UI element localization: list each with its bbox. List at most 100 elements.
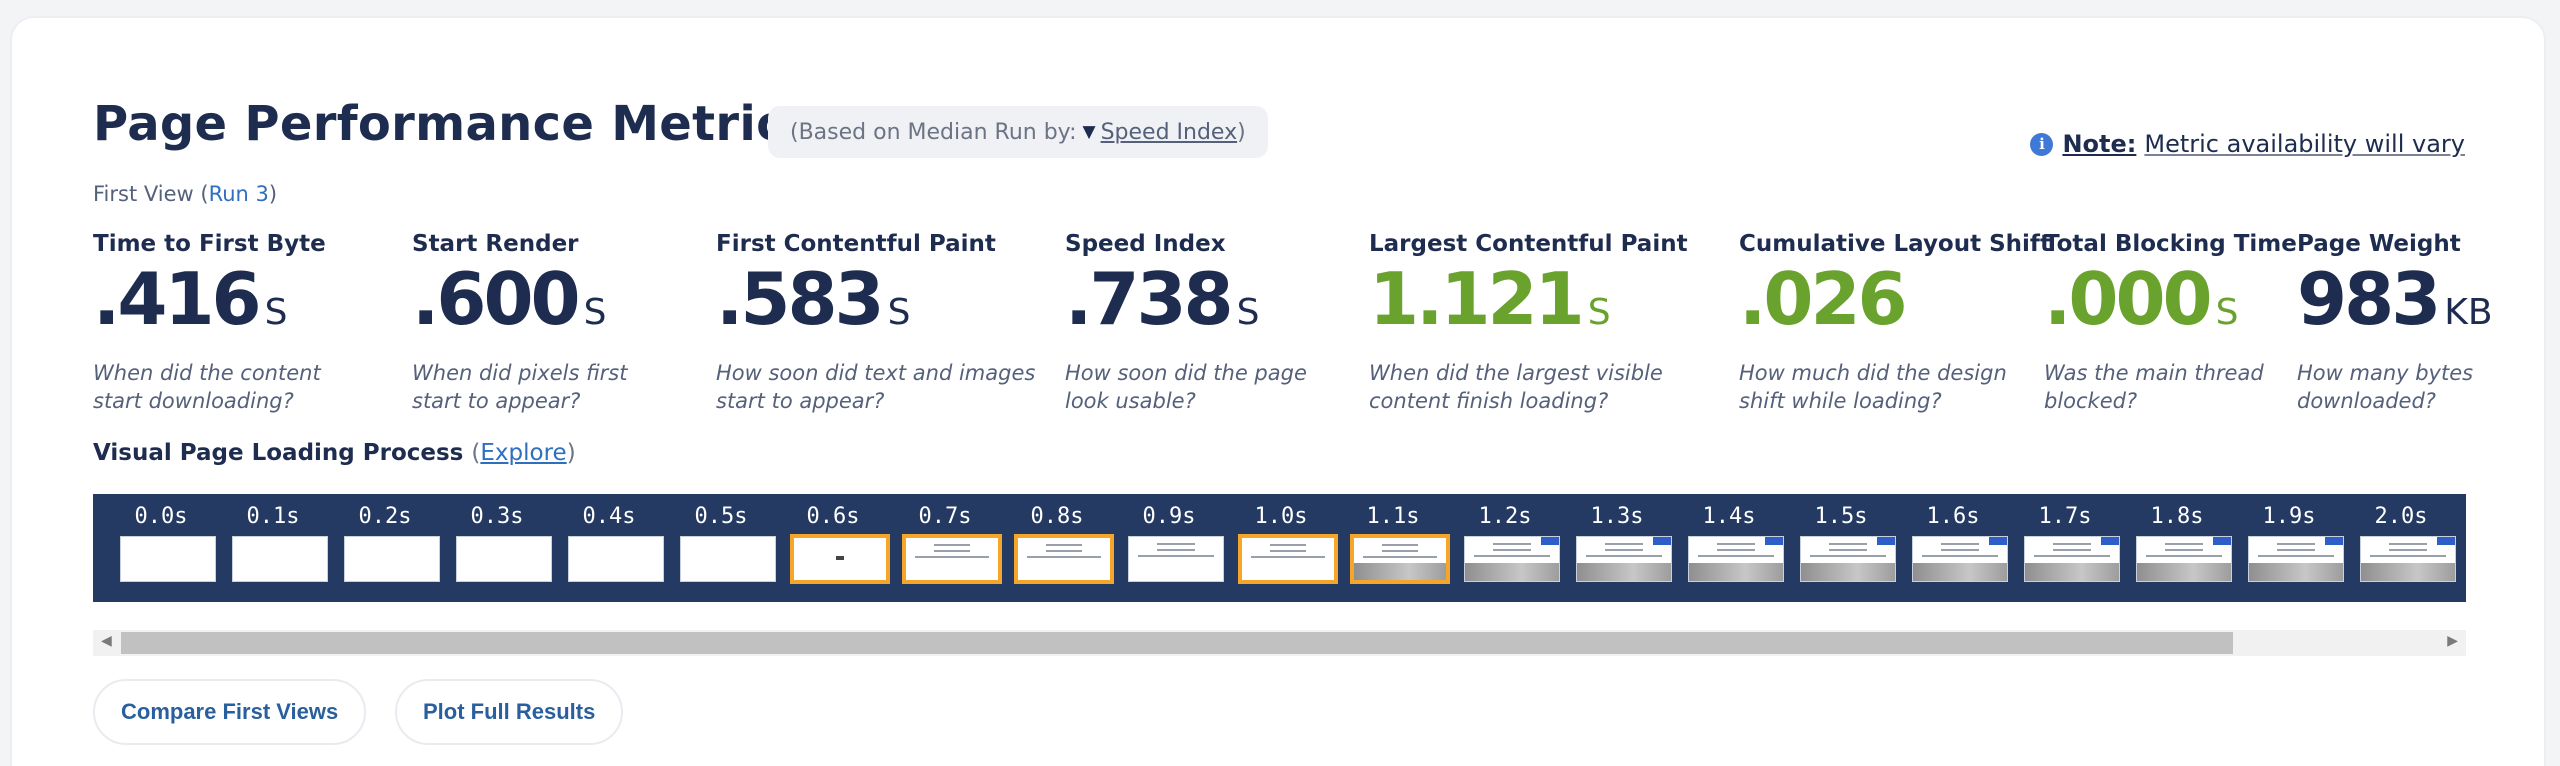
metric-page-weight: Page Weight 983 KB How many bytes downloa… [2297,231,2493,415]
metric-desc: Was the main thread blocked? [2044,361,2264,413]
frame-time: 0.6s [806,504,860,529]
frame-time: 0.8s [1030,504,1084,529]
metric-value: .026 [1739,257,1908,341]
metric-lcp: Largest Contentful Paint 1.121 S When did… [1369,231,1688,415]
frame-time: 1.8s [2150,504,2204,529]
frame-thumbnail[interactable] [1576,536,1672,582]
filmstrip-frame[interactable]: 1.1s [1337,494,1450,602]
metric-unit: S [2215,292,2239,333]
metric-speed-index: Speed Index .738 S How soon did the page … [1065,231,1315,415]
metric-tbt: Total Blocking Time .000 S Was the main t… [2044,231,2297,415]
median-run-badge: (Based on Median Run by: ▼ Speed Index ) [768,106,1268,158]
frame-time: 1.7s [2038,504,2092,529]
frame-time: 1.5s [1814,504,1868,529]
frame-thumbnail[interactable] [120,536,216,582]
metric-label: Speed Index [1065,231,1226,257]
frame-thumbnail[interactable] [1464,536,1560,582]
filmstrip-frame[interactable]: 0.5s [665,494,777,602]
metric-unit: S [583,292,607,333]
compare-first-views-button[interactable]: Compare First Views [93,679,367,745]
dropdown-arrow-icon[interactable]: ▼ [1083,122,1096,142]
filmstrip-frame[interactable]: 0.0s [105,494,217,602]
filmstrip-scrollbar[interactable]: ◀ ▶ [93,630,2466,656]
metric-cls: Cumulative Layout Shift .026 How much di… [1739,231,2051,415]
frame-thumbnail[interactable] [2136,536,2232,582]
explore-link[interactable]: Explore [480,440,566,466]
filmstrip-frame[interactable]: 0.9s [1113,494,1225,602]
median-run-suffix: ) [1237,119,1246,145]
frame-thumbnail[interactable] [1128,536,1224,582]
frame-thumbnail[interactable] [2360,536,2456,582]
frame-thumbnail[interactable] [2248,536,2344,582]
metric-label: First Contentful Paint [716,231,996,257]
metric-value: .583 S [716,257,911,341]
frame-thumbnail[interactable] [790,534,890,584]
median-metric-select[interactable]: Speed Index [1101,120,1238,145]
note-text[interactable]: Metric availability will vary [2144,130,2465,158]
metric-value: .600 S [412,257,607,341]
metric-unit: S [1236,292,1260,333]
frame-time: 1.3s [1590,504,1644,529]
frame-time: 1.9s [2262,504,2316,529]
median-run-prefix: (Based on Median Run by: [790,119,1077,145]
plot-full-results-button[interactable]: Plot Full Results [395,679,624,745]
visual-loading-heading: Visual Page Loading Process (Explore) [93,440,576,466]
filmstrip-frame[interactable]: 1.5s [1785,494,1897,602]
frame-time: 1.0s [1254,504,1308,529]
metric-desc: When did pixels first start to appear? [412,361,628,413]
filmstrip-frame[interactable]: 0.3s [441,494,553,602]
metric-note[interactable]: i Note: Metric availability will vary [2030,130,2465,158]
frame-thumbnail[interactable] [344,536,440,582]
metric-value: .000 S [2044,257,2239,341]
frame-time: 0.2s [358,504,412,529]
frame-thumbnail[interactable] [456,536,552,582]
filmstrip-frame[interactable]: 1.8s [2121,494,2233,602]
scroll-right-arrow-icon[interactable]: ▶ [2447,633,2458,649]
filmstrip-frame[interactable]: 1.7s [2009,494,2121,602]
metric-desc: How soon did the page look usable? [1065,361,1307,413]
filmstrip-frame[interactable]: 0.4s [553,494,665,602]
frame-time: 0.1s [246,504,300,529]
frame-thumbnail[interactable] [1014,534,1114,584]
metric-desc: How soon did text and images start to ap… [716,361,1036,413]
frame-thumbnail[interactable] [902,534,1002,584]
frame-thumbnail[interactable] [568,536,664,582]
filmstrip-frame[interactable]: 1.0s [1225,494,1338,602]
metric-ttfb: Time to First Byte .416 S When did the co… [93,231,373,415]
metric-value: 983 KB [2297,257,2493,341]
filmstrip-frame[interactable]: 1.9s [2233,494,2345,602]
frame-thumbnail[interactable] [1800,536,1896,582]
filmstrip-frame[interactable]: 1.6s [1897,494,2009,602]
filmstrip-frame[interactable]: 0.7s [889,494,1002,602]
frame-time: 1.2s [1478,504,1532,529]
frame-thumbnail[interactable] [1688,536,1784,582]
filmstrip-frame[interactable]: 2.0s [2345,494,2457,602]
filmstrip[interactable]: 0.0s 0.1s 0.2s 0.3s 0.4s 0.5s 0.6s 0.7s 0.8s 0.9s… [93,494,2466,602]
frame-thumbnail[interactable] [680,536,776,582]
scrollbar-thumb[interactable] [121,632,2233,654]
frame-thumbnail[interactable] [232,536,328,582]
metric-value: .416 S [93,257,288,341]
filmstrip-frame[interactable]: 0.6s [777,494,890,602]
frame-time: 1.6s [1926,504,1980,529]
filmstrip-frame[interactable]: 1.3s [1561,494,1673,602]
filmstrip-frame[interactable]: 1.2s [1449,494,1561,602]
frame-thumbnail[interactable] [2024,536,2120,582]
frame-thumbnail[interactable] [1912,536,2008,582]
run-link[interactable]: Run 3 [209,182,269,206]
filmstrip-frame[interactable]: 0.8s [1001,494,1114,602]
scroll-left-arrow-icon[interactable]: ◀ [101,633,112,649]
metric-value: .738 S [1065,257,1260,341]
frame-thumbnail[interactable] [1238,534,1338,584]
filmstrip-frame[interactable]: 0.2s [329,494,441,602]
metric-label: Total Blocking Time [2044,231,2297,257]
note-label: Note: [2062,130,2137,158]
filmstrip-frame[interactable]: 1.4s [1673,494,1785,602]
filmstrip-frame[interactable]: 0.1s [217,494,329,602]
metric-desc: When did the content start downloading? [93,361,321,413]
frame-time: 0.0s [134,504,188,529]
metric-unit: S [264,292,288,333]
first-view-label: First View (Run 3) [93,182,277,206]
metric-unit: S [887,292,911,333]
frame-thumbnail[interactable] [1350,534,1450,584]
